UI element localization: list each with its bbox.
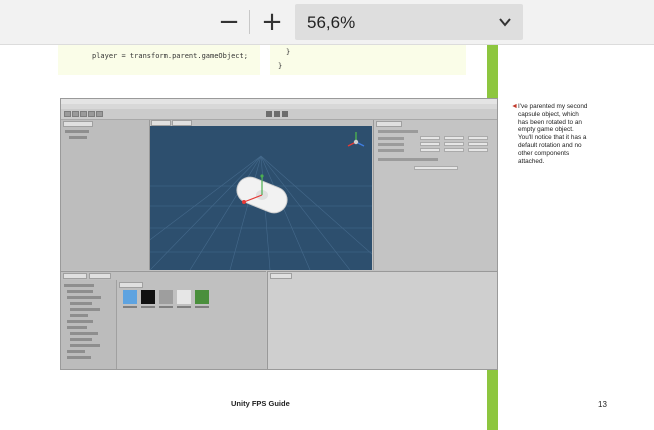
- console-tab: [270, 273, 292, 279]
- code-block-left: player = transform.parent.gameObject;: [58, 45, 260, 75]
- scene-grid: [150, 132, 372, 270]
- project-tree: [61, 280, 117, 369]
- tree-item: [70, 344, 100, 347]
- tree-item: [70, 308, 100, 311]
- hierarchy-item: [65, 130, 89, 133]
- script-asset-icon: [159, 290, 173, 304]
- capsule-asset-icon: [177, 290, 191, 304]
- scale-tool-icon: [88, 111, 95, 117]
- code-line: }: [286, 48, 291, 56]
- unity-editor-screenshot: [60, 98, 498, 370]
- step-icon: [282, 111, 288, 117]
- arrow-bullet-icon: ◄: [511, 103, 518, 110]
- add-component-button: [414, 166, 458, 170]
- code-block-right: } }: [270, 45, 466, 75]
- zoom-in-button[interactable]: +: [257, 8, 287, 36]
- code-line: player = transform.parent.gameObject;: [92, 52, 248, 60]
- inspector-field: [468, 136, 488, 140]
- hierarchy-tab: [63, 121, 93, 127]
- toolbar-separator: [249, 10, 250, 34]
- page-number: 13: [598, 400, 607, 409]
- inspector-field: [468, 142, 488, 146]
- tree-item: [64, 284, 94, 287]
- plus-icon: +: [261, 7, 283, 37]
- console-tab: [89, 273, 111, 279]
- rect-tool-icon: [96, 111, 103, 117]
- assets-breadcrumb: [119, 282, 143, 288]
- asset-label: [195, 306, 209, 308]
- inspector-tab: [376, 121, 402, 127]
- tree-item: [67, 350, 85, 353]
- hand-tool-icon: [64, 111, 71, 117]
- console-panel: [267, 271, 497, 369]
- scene-view: [150, 126, 372, 270]
- inspector-field: [420, 142, 440, 146]
- tree-item: [70, 332, 98, 335]
- move-tool-icon: [72, 111, 79, 117]
- code-line: }: [278, 62, 283, 70]
- play-icon: [266, 111, 272, 117]
- tree-item: [67, 290, 93, 293]
- inspector-field: [420, 136, 440, 140]
- rotate-tool-icon: [80, 111, 87, 117]
- tree-item: [67, 320, 93, 323]
- hierarchy-panel: [61, 120, 150, 270]
- inspector-row: [378, 149, 404, 152]
- inspector-panel: [373, 120, 497, 270]
- prefab-asset-icon: [195, 290, 209, 304]
- hierarchy-item: [69, 136, 87, 139]
- inspector-field: [444, 136, 464, 140]
- project-panel: [61, 271, 266, 369]
- inspector-row: [378, 130, 418, 133]
- asset-label: [123, 306, 137, 308]
- inspector-field: [420, 148, 440, 152]
- tree-item: [70, 302, 92, 305]
- caption-text: I've parented my second capsule object, …: [518, 103, 588, 165]
- inspector-row: [378, 137, 404, 140]
- viewer-toolbar: − + 56,6%: [0, 0, 654, 45]
- document-page: player = transform.parent.gameObject; } …: [0, 45, 654, 430]
- tree-item: [67, 326, 87, 329]
- tree-item: [67, 296, 101, 299]
- inspector-row: [378, 143, 404, 146]
- chevron-down-icon: [499, 18, 511, 27]
- zoom-level-select[interactable]: 56,6%: [295, 4, 523, 40]
- inspector-row: [378, 158, 438, 161]
- asset-label: [159, 306, 173, 308]
- tree-item: [70, 314, 88, 317]
- asset-label: [141, 306, 155, 308]
- scene-gizmo: [347, 132, 365, 147]
- tree-item: [67, 356, 91, 359]
- project-tab: [63, 273, 87, 279]
- zoom-out-button[interactable]: −: [214, 8, 244, 36]
- pause-icon: [274, 111, 280, 117]
- asset-label: [177, 306, 191, 308]
- tree-item: [70, 338, 92, 341]
- minus-icon: −: [218, 7, 240, 37]
- cube-asset-icon: [123, 290, 137, 304]
- inspector-field: [444, 148, 464, 152]
- footer-title: Unity FPS Guide: [231, 399, 290, 408]
- inspector-field: [468, 148, 488, 152]
- zoom-level-value: 56,6%: [307, 13, 356, 32]
- inspector-field: [444, 142, 464, 146]
- material-asset-icon: [141, 290, 155, 304]
